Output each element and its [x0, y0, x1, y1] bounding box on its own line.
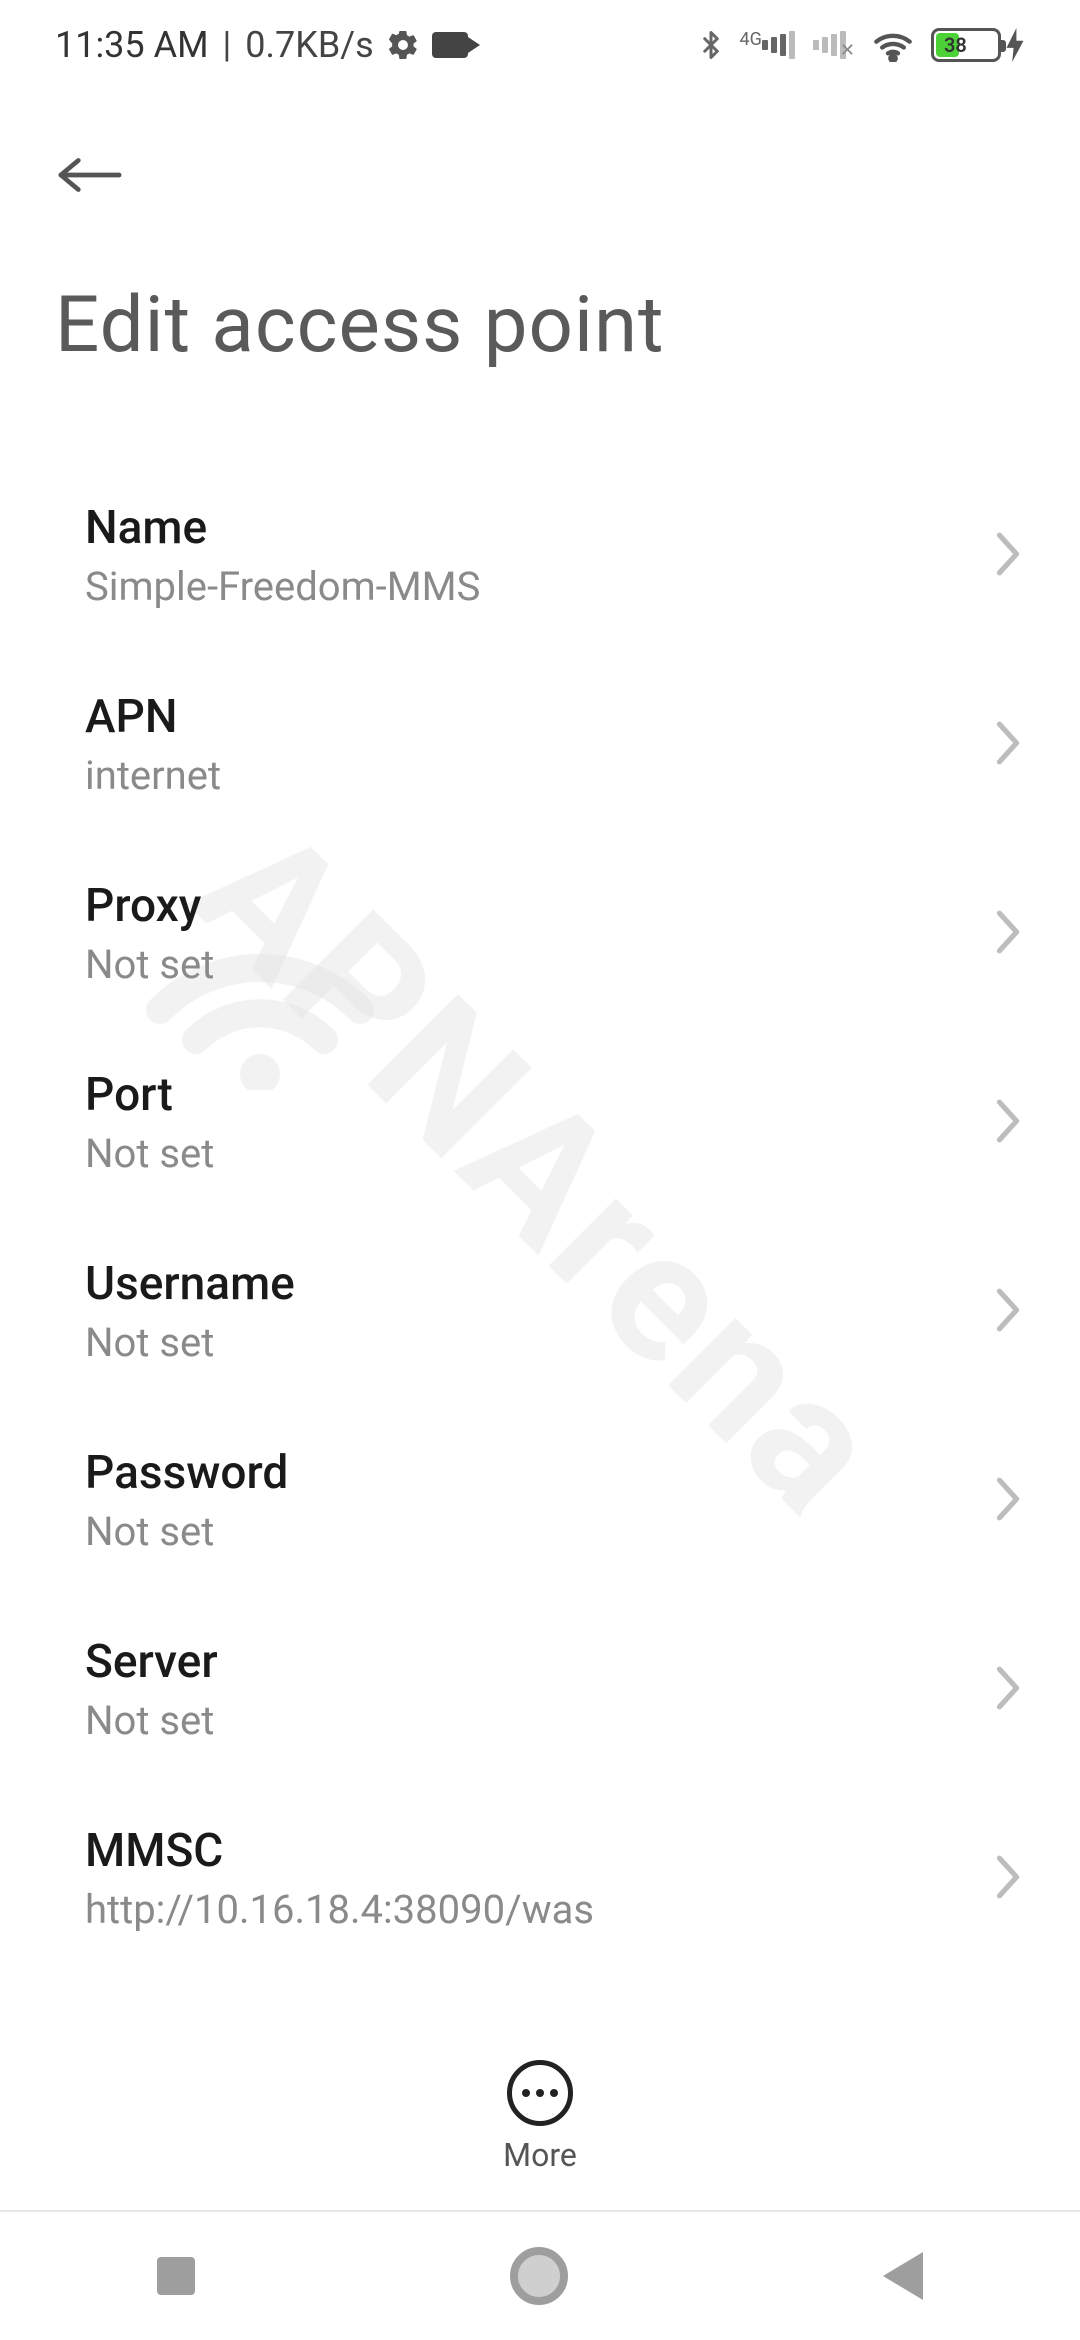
charging-icon	[1005, 28, 1025, 62]
chevron-right-icon	[991, 530, 1025, 582]
status-separator: |	[223, 24, 232, 66]
camera-icon	[432, 32, 468, 58]
status-net-speed: 0.7KB/s	[245, 24, 373, 66]
more-label: More	[503, 2136, 577, 2174]
battery-icon: 38	[931, 28, 1025, 62]
item-value: Not set	[85, 1319, 295, 1366]
item-title: Username	[85, 1257, 295, 1311]
item-value: Not set	[85, 1508, 288, 1555]
more-dots-icon	[522, 2089, 558, 2097]
chevron-right-icon	[991, 1664, 1025, 1716]
item-title: Password	[85, 1446, 288, 1500]
chevron-right-icon	[991, 719, 1025, 771]
apn-item-server[interactable]: Server Not set	[0, 1595, 1080, 1784]
chevron-right-icon	[991, 908, 1025, 960]
back-button[interactable]	[55, 130, 145, 220]
apn-item-apn[interactable]: APN internet	[0, 650, 1080, 839]
apn-settings-list: Name Simple-Freedom-MMS APN internet Pro…	[0, 461, 1080, 1951]
apn-item-name[interactable]: Name Simple-Freedom-MMS	[0, 461, 1080, 650]
item-title: Port	[85, 1068, 214, 1122]
chevron-right-icon	[991, 1475, 1025, 1527]
apn-item-mmsc[interactable]: MMSC http://10.16.18.4:38090/was	[0, 1784, 1080, 1951]
item-value: Not set	[85, 1130, 214, 1177]
item-value: Simple-Freedom-MMS	[85, 563, 480, 610]
item-title: Proxy	[85, 879, 214, 933]
nav-home-button[interactable]	[510, 2247, 568, 2305]
item-title: APN	[85, 690, 221, 744]
signal-2-icon: ✕	[813, 29, 855, 61]
chevron-right-icon	[991, 1097, 1025, 1149]
system-navigation-bar	[0, 2210, 1080, 2340]
apn-item-port[interactable]: Port Not set	[0, 1028, 1080, 1217]
item-title: MMSC	[85, 1824, 594, 1878]
more-button[interactable]	[507, 2060, 573, 2126]
page-title: Edit access point	[55, 280, 1025, 371]
item-title: Server	[85, 1635, 218, 1689]
item-value: Not set	[85, 1697, 218, 1744]
item-value: internet	[85, 752, 221, 799]
chevron-right-icon	[991, 1853, 1025, 1905]
item-value: Not set	[85, 941, 214, 988]
gear-icon	[386, 28, 420, 62]
item-value: http://10.16.18.4:38090/was	[85, 1886, 594, 1933]
nav-recents-button[interactable]	[157, 2257, 195, 2295]
apn-item-password[interactable]: Password Not set	[0, 1406, 1080, 1595]
apn-item-username[interactable]: Username Not set	[0, 1217, 1080, 1406]
item-title: Name	[85, 501, 480, 555]
status-time: 11:35 AM	[55, 24, 209, 66]
status-bar: 11:35 AM | 0.7KB/s 4G ✕ 3	[0, 0, 1080, 90]
bluetooth-icon	[696, 26, 726, 64]
nav-back-button[interactable]	[883, 2252, 923, 2300]
signal-1-icon: 4G	[744, 29, 795, 61]
wifi-icon	[873, 28, 913, 62]
chevron-right-icon	[991, 1286, 1025, 1338]
apn-item-proxy[interactable]: Proxy Not set	[0, 839, 1080, 1028]
